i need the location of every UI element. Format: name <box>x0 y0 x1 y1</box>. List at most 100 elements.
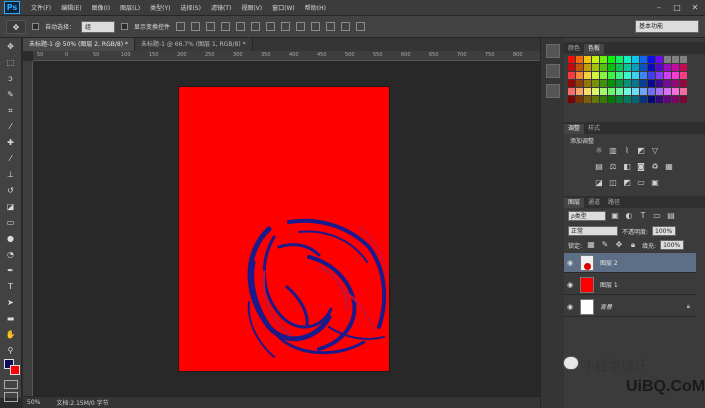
swatch-cell[interactable] <box>680 80 687 87</box>
swatch-cell[interactable] <box>584 80 591 87</box>
crop-tool-icon[interactable]: ⌗ <box>3 104 19 118</box>
move-tool-icon[interactable]: ✥ <box>3 40 19 54</box>
swatch-cell[interactable] <box>648 88 655 95</box>
align-hcenter-icon[interactable] <box>236 22 246 31</box>
hue-saturation-icon[interactable]: ▤ <box>594 162 604 172</box>
quick-select-tool-icon[interactable]: ✎ <box>3 88 19 102</box>
distribute-vcenter-icon[interactable] <box>281 22 291 31</box>
swatch-cell[interactable] <box>624 72 631 79</box>
layer-row[interactable]: ◉ 图层 1 <box>564 275 696 295</box>
swatch-cell[interactable] <box>656 72 663 79</box>
swatch-cell[interactable] <box>624 56 631 63</box>
swatch-cell[interactable] <box>672 56 679 63</box>
swatch-cell[interactable] <box>672 80 679 87</box>
swatch-cell[interactable] <box>568 64 575 71</box>
swatch-cell[interactable] <box>584 88 591 95</box>
swatch-cell[interactable] <box>568 96 575 103</box>
layer-name[interactable]: 图层 2 <box>600 258 618 267</box>
swatch-cell[interactable] <box>680 96 687 103</box>
distribute-hcenter-icon[interactable] <box>326 22 336 31</box>
swatch-cell[interactable] <box>648 64 655 71</box>
history-brush-tool-icon[interactable]: ↺ <box>3 184 19 198</box>
vibrance-icon[interactable]: ▽ <box>650 146 660 156</box>
swatch-cell[interactable] <box>592 64 599 71</box>
threshold-icon[interactable]: ◩ <box>622 178 632 188</box>
filter-pixel-icon[interactable]: ▣ <box>610 211 620 221</box>
swatch-cell[interactable] <box>624 88 631 95</box>
swatch-cell[interactable] <box>608 88 615 95</box>
swatch-cell[interactable] <box>576 80 583 87</box>
fill-input[interactable]: 100% <box>660 240 685 250</box>
align-vcenter-icon[interactable] <box>191 22 201 31</box>
swatch-cell[interactable] <box>632 96 639 103</box>
layer-kind-filter[interactable]: ρ类型 <box>568 211 606 221</box>
hand-tool-icon[interactable]: ✋ <box>3 328 19 342</box>
menu-select[interactable]: 选择(S) <box>175 3 206 12</box>
align-right-icon[interactable] <box>251 22 261 31</box>
distribute-top-icon[interactable] <box>266 22 276 31</box>
swatch-cell[interactable] <box>616 72 623 79</box>
swatch-cell[interactable] <box>600 88 607 95</box>
selective-color-icon[interactable]: ▣ <box>650 178 660 188</box>
pen-tool-icon[interactable]: ✒ <box>3 264 19 278</box>
swatch-cell[interactable] <box>640 80 647 87</box>
swatch-cell[interactable] <box>576 96 583 103</box>
swatch-cell[interactable] <box>624 80 631 87</box>
distribute-bottom-icon[interactable] <box>296 22 306 31</box>
lock-all-icon[interactable]: 🔒︎ <box>628 240 638 250</box>
swatch-cell[interactable] <box>616 88 623 95</box>
black-white-icon[interactable]: ◧ <box>622 162 632 172</box>
opacity-input[interactable]: 100% <box>652 226 677 236</box>
eyedropper-tool-icon[interactable]: ⁄ <box>3 120 19 134</box>
swatch-cell[interactable] <box>600 96 607 103</box>
swatch-cell[interactable] <box>608 96 615 103</box>
lock-pixels-icon[interactable]: ✎ <box>600 240 610 250</box>
tab-swatches[interactable]: 色板 <box>584 44 605 54</box>
background-color-swatch[interactable] <box>10 365 20 375</box>
filter-adjust-icon[interactable]: ◐ <box>624 211 634 221</box>
visibility-eye-icon[interactable]: ◉ <box>564 259 576 267</box>
distribute-right-icon[interactable] <box>341 22 351 31</box>
filter-type-icon[interactable]: T <box>638 211 648 221</box>
swatch-cell[interactable] <box>664 56 671 63</box>
filter-smart-icon[interactable]: ▤ <box>666 211 676 221</box>
levels-icon[interactable]: ▥ <box>608 146 618 156</box>
exposure-icon[interactable]: ◩ <box>636 146 646 156</box>
tab-document-1[interactable]: 未标题-1 @ 50% (图层 2, RGB/8) * <box>23 38 135 51</box>
swatch-cell[interactable] <box>576 72 583 79</box>
swatch-cell[interactable] <box>592 80 599 87</box>
zoom-tool-icon[interactable]: ⚲ <box>3 344 19 358</box>
menu-file[interactable]: 文件(F) <box>26 3 56 12</box>
history-panel-icon[interactable] <box>545 44 560 58</box>
menu-help[interactable]: 帮助(H) <box>300 3 331 12</box>
properties-panel-icon[interactable] <box>545 64 560 78</box>
brush-tool-icon[interactable]: ⁄ <box>3 152 19 166</box>
swatch-cell[interactable] <box>608 72 615 79</box>
curves-icon[interactable]: ⌇ <box>622 146 632 156</box>
swatch-cell[interactable] <box>680 72 687 79</box>
color-balance-icon[interactable]: ⚖ <box>608 162 618 172</box>
menu-image[interactable]: 图像(I) <box>87 3 115 12</box>
visibility-eye-icon[interactable]: ◉ <box>564 303 576 311</box>
swatch-cell[interactable] <box>640 72 647 79</box>
swatch-cell[interactable] <box>592 56 599 63</box>
swatch-cell[interactable] <box>640 56 647 63</box>
swatch-cell[interactable] <box>616 64 623 71</box>
swatch-cell[interactable] <box>624 64 631 71</box>
tab-channels[interactable]: 通道 <box>584 198 604 208</box>
clone-stamp-tool-icon[interactable]: ⊥ <box>3 168 19 182</box>
swatch-cell[interactable] <box>584 64 591 71</box>
lock-transparent-icon[interactable]: ▦ <box>586 240 596 250</box>
lasso-tool-icon[interactable]: ↄ <box>3 72 19 86</box>
show-transform-checkbox[interactable] <box>121 23 129 30</box>
menu-type[interactable]: 类型(Y) <box>145 3 175 12</box>
visibility-eye-icon[interactable]: ◉ <box>564 281 576 289</box>
maximize-icon[interactable]: □ <box>671 2 683 13</box>
swatch-cell[interactable] <box>592 96 599 103</box>
swatch-cell[interactable] <box>664 96 671 103</box>
swatch-cell[interactable] <box>680 56 687 63</box>
swatch-cell[interactable] <box>576 56 583 63</box>
swatch-cell[interactable] <box>608 80 615 87</box>
swatch-cell[interactable] <box>632 56 639 63</box>
filter-shape-icon[interactable]: ▭ <box>652 211 662 221</box>
